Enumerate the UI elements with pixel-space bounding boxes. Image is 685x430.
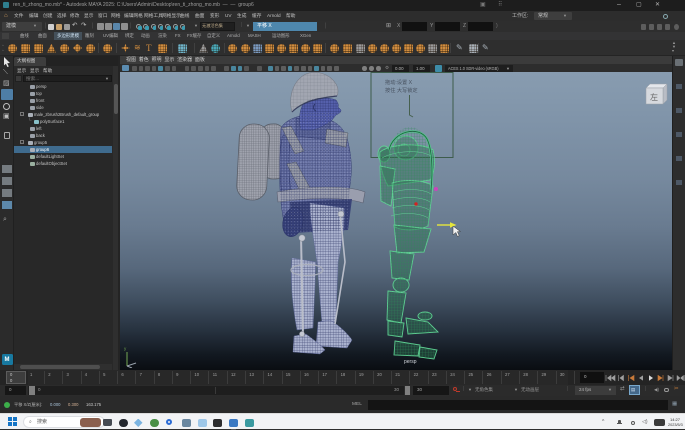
svg-text:按住 大写锁定: 按住 大写锁定 [385, 86, 418, 94]
svg-text:persp: persp [404, 359, 417, 365]
svg-text:y: y [124, 346, 127, 351]
svg-text:拖动:设置 X: 拖动:设置 X [385, 78, 413, 86]
svg-text:左: 左 [650, 92, 658, 102]
